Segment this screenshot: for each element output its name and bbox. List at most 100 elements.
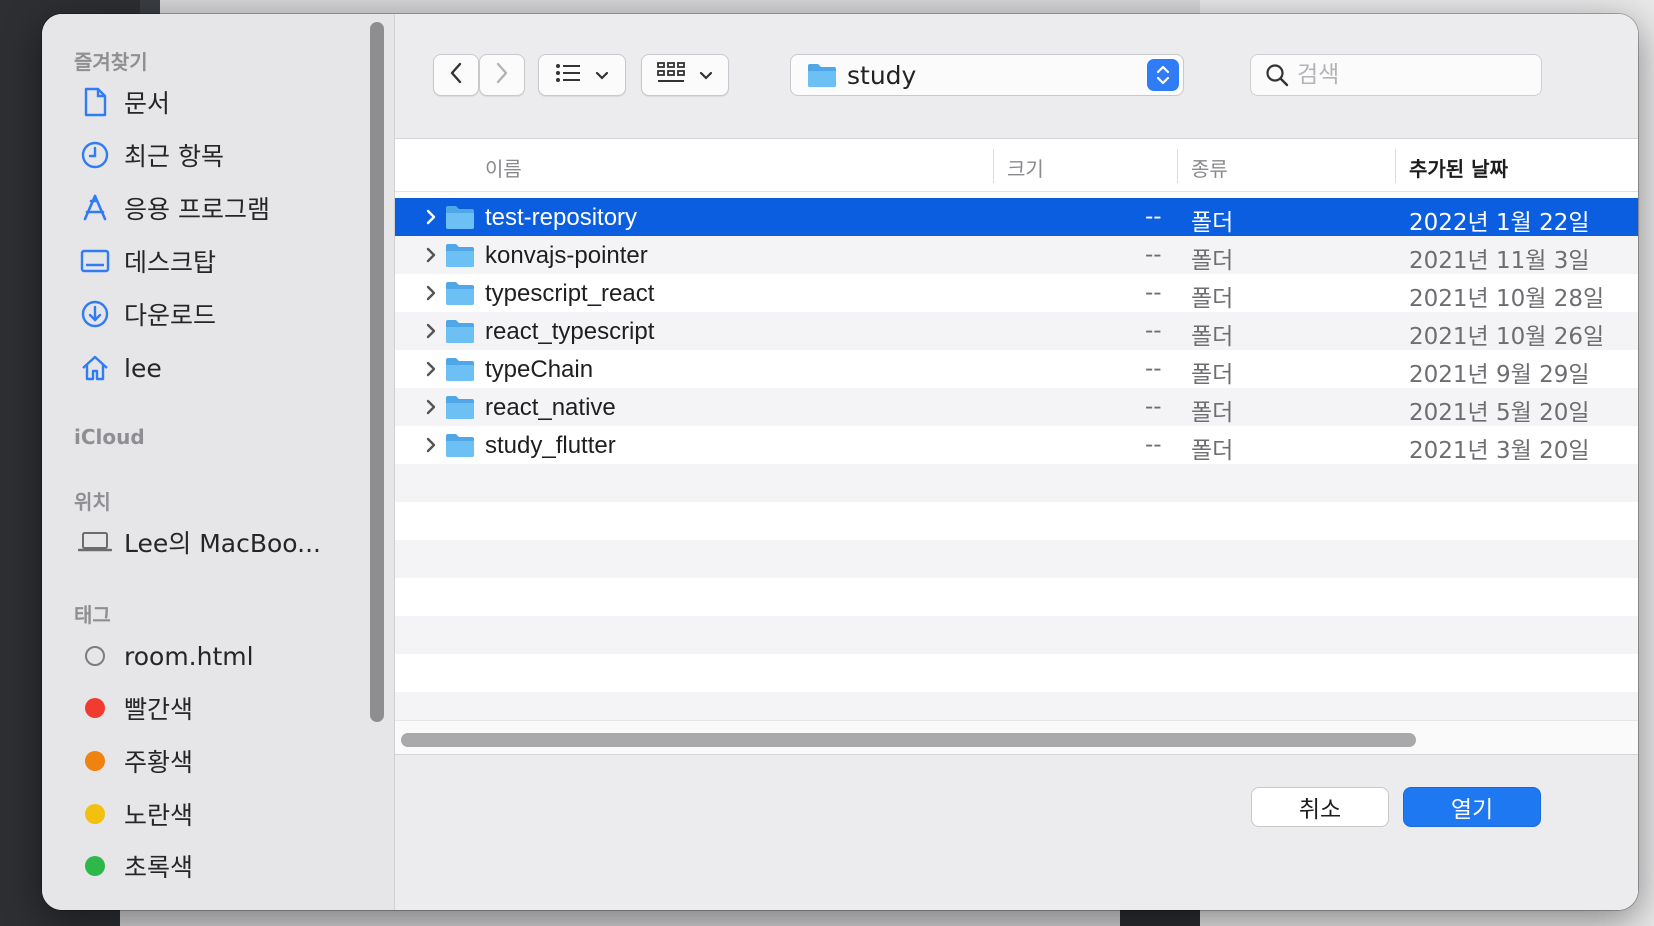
forward-button[interactable] (479, 54, 525, 96)
sidebar-item-desktop[interactable]: 데스크탑 (76, 239, 376, 283)
file-kind: 폴더 (1191, 210, 1234, 236)
disclosure-chevron-icon[interactable] (421, 207, 441, 227)
file-size: -- (1145, 356, 1162, 382)
file-size: -- (1145, 432, 1162, 458)
sidebar-item-label: 빨간색 (124, 695, 194, 724)
column-divider[interactable] (1395, 149, 1396, 183)
sidebar-tag-yellow[interactable]: 노란색 (76, 792, 376, 836)
view-list-button[interactable] (538, 54, 626, 96)
sidebar-item-label: room.html (124, 641, 254, 671)
search-input[interactable] (1295, 61, 1519, 89)
file-name: react_native (485, 394, 616, 421)
file-kind: 폴더 (1191, 362, 1234, 388)
table-row[interactable]: konvajs-pointer -- 폴더 2021년 11월 3일 (395, 236, 1638, 274)
sidebar-item-label: lee (124, 353, 162, 383)
file-kind: 폴더 (1191, 400, 1234, 426)
clock-icon (76, 136, 114, 174)
folder-icon (807, 62, 837, 88)
file-name: typeChain (485, 356, 594, 383)
sidebar-item-downloads[interactable]: 다운로드 (76, 292, 376, 336)
desktop-icon (76, 242, 114, 280)
sidebar-tag-orange[interactable]: 주황색 (76, 739, 376, 783)
sidebar-item-label: 최근 항목 (124, 142, 224, 171)
empty-row (395, 464, 1638, 502)
back-button[interactable] (433, 54, 479, 96)
search-field[interactable] (1250, 54, 1542, 96)
disclosure-chevron-icon[interactable] (421, 245, 441, 265)
file-kind: 폴더 (1191, 324, 1234, 350)
sidebar-item-label: 노란색 (124, 801, 194, 830)
open-file-dialog: 즐겨찾기 문서 최근 항목 응용 프로그램 데스크탑 다운로드 lee iClo… (42, 14, 1638, 910)
table-row[interactable]: study_flutter -- 폴더 2021년 3월 20일 (395, 426, 1638, 464)
column-divider[interactable] (1177, 149, 1178, 183)
disclosure-chevron-icon[interactable] (421, 283, 441, 303)
file-name: study_flutter (485, 432, 616, 459)
folder-icon (445, 204, 475, 236)
icloud-title: iCloud (74, 425, 145, 449)
file-date-added: 2021년 3월 20일 (1409, 438, 1590, 464)
sidebar-item-home[interactable]: lee (76, 346, 376, 390)
file-date-added: 2021년 10월 26일 (1409, 324, 1605, 350)
file-size: -- (1145, 280, 1162, 306)
column-divider[interactable] (993, 149, 994, 183)
document-icon (76, 83, 114, 121)
grid-view-icon (657, 62, 685, 88)
column-name[interactable]: 이름 (485, 153, 522, 182)
table-row[interactable]: typeChain -- 폴더 2021년 9월 29일 (395, 350, 1638, 388)
table-row[interactable]: typescript_react -- 폴더 2021년 10월 28일 (395, 274, 1638, 312)
folder-icon (445, 356, 475, 388)
chevron-down-icon (699, 66, 713, 85)
favorites-title: 즐겨찾기 (74, 50, 148, 74)
folder-icon (445, 394, 475, 426)
file-name: react_typescript (485, 318, 655, 345)
view-grid-button[interactable] (641, 54, 729, 96)
red-tag-icon (76, 689, 114, 727)
disclosure-chevron-icon[interactable] (421, 397, 441, 417)
location-label: study (847, 60, 917, 90)
column-date-added[interactable]: 추가된 날짜 (1409, 153, 1508, 182)
empty-row (395, 616, 1638, 654)
file-date-added: 2022년 1월 22일 (1409, 210, 1590, 236)
column-size[interactable]: 크기 (1007, 153, 1044, 182)
laptop-icon (76, 523, 114, 561)
empty-tag-icon (76, 637, 114, 675)
folder-icon (445, 242, 475, 274)
file-browser-pane: study 이름 크기 종류 추가된 날짜 (395, 14, 1638, 910)
file-kind: 폴더 (1191, 248, 1234, 274)
table-row[interactable]: react_typescript -- 폴더 2021년 10월 26일 (395, 312, 1638, 350)
sidebar-item-label: 초록색 (124, 853, 194, 882)
sidebar-item-recents[interactable]: 최근 항목 (76, 133, 376, 177)
sidebar-item-label: 문서 (124, 89, 171, 118)
sidebar-scrollbar[interactable] (370, 22, 384, 722)
table-row[interactable]: test-repository -- 폴더 2022년 1월 22일 (395, 198, 1638, 236)
green-tag-icon (76, 847, 114, 885)
empty-row (395, 578, 1638, 616)
search-icon (1265, 63, 1289, 87)
sidebar-item-documents[interactable]: 문서 (76, 80, 376, 124)
open-button[interactable]: 열기 (1403, 787, 1541, 827)
sidebar-item-applications[interactable]: 응용 프로그램 (76, 186, 376, 230)
table-row[interactable]: react_native -- 폴더 2021년 5월 20일 (395, 388, 1638, 426)
cancel-button[interactable]: 취소 (1251, 787, 1389, 827)
empty-row (395, 654, 1638, 692)
disclosure-chevron-icon[interactable] (421, 359, 441, 379)
sidebar-tag-room-html[interactable]: room.html (76, 634, 376, 678)
location-popup[interactable]: study (790, 54, 1184, 96)
empty-row (395, 502, 1638, 540)
sidebar-item-label: 응용 프로그램 (124, 195, 270, 224)
toolbar: study (395, 14, 1638, 139)
horizontal-scrollbar[interactable] (401, 733, 1416, 747)
locations-title: 위치 (74, 490, 111, 514)
column-kind[interactable]: 종류 (1191, 153, 1228, 182)
sidebar-item-macbook[interactable]: Lee의 MacBoo... (76, 520, 376, 564)
disclosure-chevron-icon[interactable] (421, 321, 441, 341)
download-icon (76, 295, 114, 333)
sidebar-tag-green[interactable]: 초록색 (76, 844, 376, 888)
file-date-added: 2021년 9월 29일 (1409, 362, 1590, 388)
sidebar-tag-red[interactable]: 빨간색 (76, 686, 376, 730)
file-name: konvajs-pointer (485, 242, 648, 269)
file-list: test-repository -- 폴더 2022년 1월 22일 konva… (395, 198, 1638, 730)
folder-icon (445, 432, 475, 464)
column-header: 이름 크기 종류 추가된 날짜 (395, 139, 1638, 192)
disclosure-chevron-icon[interactable] (421, 435, 441, 455)
